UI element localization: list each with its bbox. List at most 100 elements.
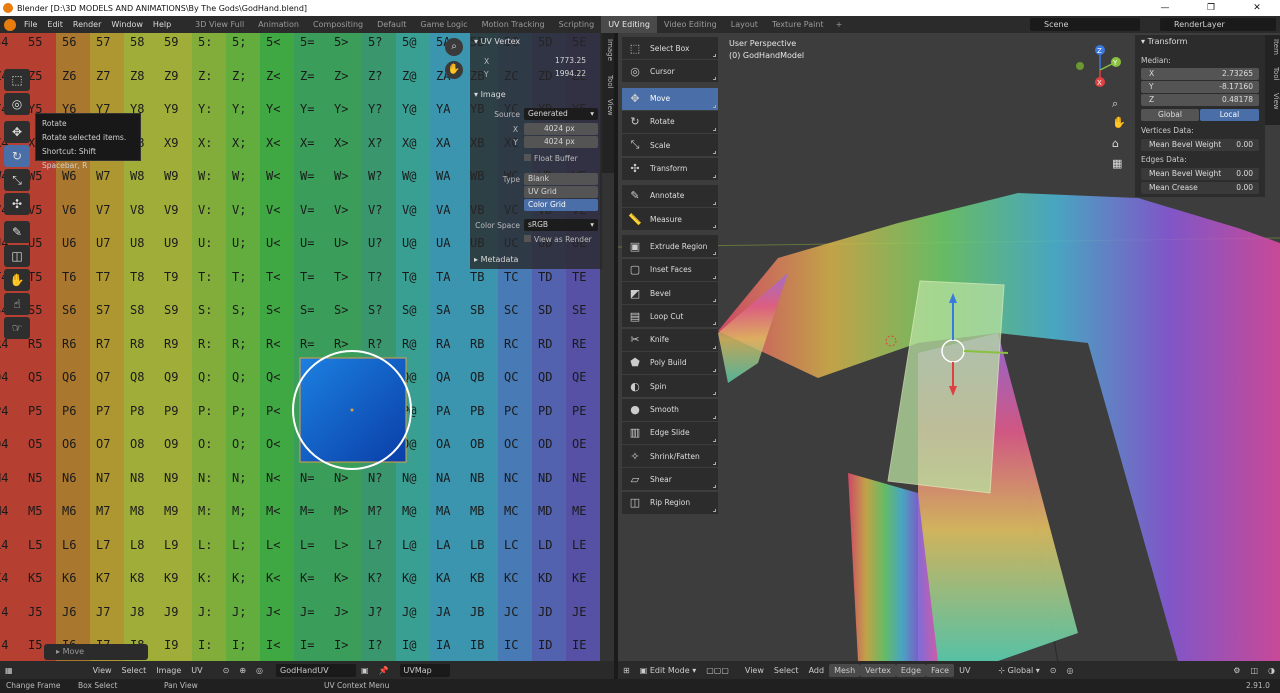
uv-select-menu[interactable]: Select [117,666,152,675]
uv-uv-menu[interactable]: UV [186,666,207,675]
type-blank-option[interactable]: Blank [524,173,598,185]
image-header[interactable]: ▾ Image [474,90,506,99]
tab-image[interactable]: Image [602,39,614,61]
median-x-field[interactable]: X 2.73265 [1141,68,1259,80]
menu-help[interactable]: Help [148,20,176,29]
pivot-icon[interactable]: ⊙ [218,666,235,675]
tab-uv-editing[interactable]: UV Editing [601,16,657,33]
loop-cut-tool-button[interactable]: ▤ Loop Cut [622,305,718,328]
image-name-field[interactable]: GodHandUV [276,663,357,677]
tab-tool[interactable]: Tool [602,75,614,89]
last-operator-panel[interactable]: ▸ Move [44,644,148,660]
spin-tool-button[interactable]: ◐ Spin [622,375,718,398]
edge-slide-tool-button[interactable]: ▥ Edge Slide [622,421,718,444]
menu-window[interactable]: Window [106,20,148,29]
face-menu[interactable]: Face [926,663,955,677]
uv-vertex-x-field[interactable]: 1773.25 [482,55,590,67]
uv-editor[interactable]: 54Z4Y4X4W4V4U4T4S4R4Q4P4O4N4M4L4K4J4I455… [0,33,614,661]
menu-edit[interactable]: Edit [42,20,68,29]
image-browse-icon[interactable]: ▣ [356,666,374,675]
local-toggle[interactable]: Local [1200,109,1259,121]
vertex-bevel-weight-field[interactable]: Mean Bevel Weight 0.00 [1141,139,1259,151]
inset-faces-tool-button[interactable]: ▢ Inset Faces [622,258,718,281]
camera-icon[interactable]: ⌂ [1112,137,1119,150]
extrude-region-tool-button[interactable]: ▣ Extrude Region [622,235,718,258]
tab-scripting[interactable]: Scripting [552,16,602,33]
smooth-tool-button[interactable]: ● Smooth [622,398,718,421]
navigation-gizmo[interactable]: Z Y X ⌕ ✋ ⌂ ▦ [1066,44,1136,184]
knife-tool-button[interactable]: ✂ Knife [622,328,718,351]
float-buffer-checkbox[interactable]: Float Buffer [524,154,578,163]
poly-build-tool-button[interactable]: ⬟ Poly Build [622,351,718,374]
edge-bevel-weight-field[interactable]: Mean Bevel Weight 0.00 [1141,168,1259,180]
mesh-menu[interactable]: Mesh [829,663,861,677]
tab-animation[interactable]: Animation [251,16,306,33]
image-height-field[interactable]: 4024 px [524,136,598,148]
pan-hand-icon[interactable]: ✋ [445,61,463,79]
editor-type-icon[interactable]: ⊞ [618,664,635,677]
overlay-icon[interactable]: ⚙ [1228,664,1245,677]
maximize-button[interactable]: ❐ [1188,0,1234,16]
tab-default[interactable]: Default [370,16,413,33]
image-width-field[interactable]: 4024 px [524,123,598,135]
view-as-render-checkbox[interactable]: View as Render [524,235,592,244]
zoom-icon[interactable]: ⌕ [445,38,463,56]
vertex-menu[interactable]: Vertex [860,663,896,677]
uv-view-menu[interactable]: View [88,666,117,675]
metadata-header[interactable]: ▸ Metadata [474,255,518,264]
type-uv-grid-option[interactable]: UV Grid [524,186,598,198]
grab-tool-button[interactable]: ◫ [4,245,30,267]
mean-crease-field[interactable]: Mean Crease 0.00 [1141,182,1259,194]
shading-icon[interactable]: ◑ [1263,664,1280,677]
tab-compositing[interactable]: Compositing [306,16,370,33]
tab-layout[interactable]: Layout [724,16,765,33]
tab-video-editing[interactable]: Video Editing [657,16,724,33]
bevel-tool-button[interactable]: ◩ Bevel [622,282,718,304]
tab-item[interactable]: Item [1268,39,1280,55]
editor-type-icon[interactable]: ▦ [0,666,18,675]
uv-vertex-header[interactable]: ▾ UV Vertex [474,37,520,46]
add-workspace-button[interactable]: + [831,20,848,29]
scale-tool-button[interactable]: ⤡ [4,169,30,191]
blender-menu-icon[interactable] [4,18,16,31]
render-layer-selector[interactable]: RenderLayer [1160,18,1276,31]
annotate-tool-button[interactable]: ✎ [4,221,30,243]
orientation-dropdown[interactable]: ⊹ Global ▾ [993,664,1044,677]
snap-icon[interactable]: ⊙ [1045,664,1062,677]
edge-menu[interactable]: Edge [895,663,926,677]
global-toggle[interactable]: Global [1141,109,1199,121]
snap-icon[interactable]: ⊕ [234,666,251,675]
proportional-icon[interactable]: ◎ [251,666,268,675]
rotate-tool-button[interactable]: ↻ Rotate [622,110,718,133]
add-menu[interactable]: Add [804,664,830,677]
type-color-grid-option[interactable]: Color Grid [524,199,598,211]
color-space-dropdown[interactable]: sRGB ▾ [524,219,598,231]
pan-hand-icon[interactable]: ✋ [1112,116,1126,129]
shrink-fatten-tool-button[interactable]: ✧ Shrink/Fatten [622,445,718,468]
select-tool-button[interactable]: ⬚ [4,69,30,91]
proportional-icon[interactable]: ◎ [1061,664,1078,677]
menu-render[interactable]: Render [68,20,106,29]
uv-vertex-y-field[interactable]: 1994.22 [482,68,590,80]
relax-tool-button[interactable]: ✋ [4,269,30,291]
minimize-button[interactable]: — [1142,0,1188,16]
uv-menu[interactable]: UV [954,664,975,677]
scale-tool-button[interactable]: ⤡ Scale [622,134,718,157]
view-menu[interactable]: View [740,664,769,677]
measure-tool-button[interactable]: 📏 Measure [622,208,718,231]
source-dropdown[interactable]: Generated ▾ [524,108,598,120]
shear-tool-button[interactable]: ▱ Shear [622,468,718,491]
pinch-tool-button[interactable]: ☝ [4,293,30,315]
uvmap-field[interactable]: UVMap [399,663,450,677]
grid-view-icon[interactable]: ▦ [1112,157,1122,170]
cursor-tool-button[interactable]: ◎ [4,93,30,115]
tab-tool[interactable]: Tool [1268,67,1280,81]
tab-texture-paint[interactable]: Texture Paint [765,16,831,33]
select-mode-icons[interactable]: ▢▢▢ [701,664,734,677]
median-y-field[interactable]: Y -8.17160 [1141,81,1259,93]
tab-game-logic[interactable]: Game Logic [413,16,474,33]
rotate-tool-button[interactable]: ↻ [4,145,30,167]
transform-tool-button[interactable]: ✣ [4,193,30,215]
scene-selector[interactable]: Scene [1030,18,1140,31]
transform-header[interactable]: ▾ Transform [1141,37,1187,46]
